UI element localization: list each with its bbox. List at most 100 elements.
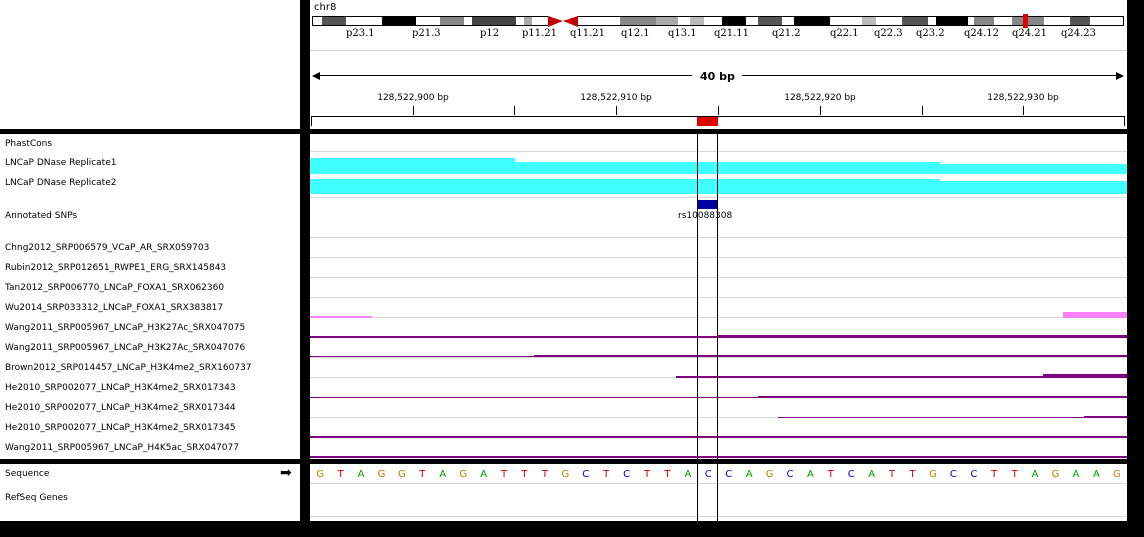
sequence-base: C — [623, 469, 631, 480]
ideogram[interactable]: p23.1 p21.3 p12 p11.21 q11.21 q12.1 q13.… — [310, 0, 1127, 40]
sequence-base: G — [929, 469, 937, 480]
region-of-interest[interactable] — [697, 117, 718, 126]
center-line-left — [697, 134, 698, 521]
dnase-rep1-signal[interactable] — [940, 164, 1127, 174]
header-name-panel — [0, 0, 300, 129]
header-panel: chr8 p23.1 p21.3 p12 p11.21 q11.21 q12.1… — [310, 0, 1127, 129]
sequence-base: T — [419, 469, 426, 480]
band-label: q22.3 — [874, 28, 903, 39]
tick-label: 128,522,920 bp — [784, 93, 856, 103]
dnase-rep1-signal[interactable] — [310, 158, 515, 174]
current-region-marker — [1023, 14, 1028, 28]
band-label: q21.2 — [772, 28, 801, 39]
sequence-base: C — [725, 469, 733, 480]
chip-signal[interactable] — [310, 397, 758, 398]
band-label: q24.21 — [1012, 28, 1048, 39]
snp-label: rs10088308 — [678, 211, 733, 221]
sequence-track-label[interactable]: Sequence — [5, 469, 49, 479]
track-label[interactable]: PhastCons — [5, 139, 52, 149]
left-arrow-icon — [312, 72, 320, 80]
sequence-base: A — [357, 469, 365, 480]
chip-signal[interactable] — [534, 355, 1127, 357]
sequence-base: T — [500, 469, 508, 480]
track-label[interactable]: Tan2012_SRP006770_LNCaP_FOXA1_SRX062360 — [5, 283, 224, 293]
track-label[interactable]: Annotated SNPs — [5, 211, 77, 221]
dnase-rep1-signal[interactable] — [515, 162, 940, 174]
sequence-base: A — [1031, 469, 1039, 480]
foxa1-signal[interactable] — [310, 316, 372, 318]
sequence-base: T — [664, 469, 671, 480]
foxa1-signal[interactable] — [1063, 312, 1127, 318]
tick-label: 128,522,930 bp — [987, 93, 1059, 103]
ruler-baseline — [311, 116, 1125, 126]
sequence-base: A — [439, 469, 447, 480]
sequence-base: C — [704, 469, 712, 480]
span-label: 40 bp — [700, 70, 735, 83]
track-label[interactable]: Chng2012_SRP006579_VCaP_AR_SRX059703 — [5, 243, 209, 253]
tick-label: 128,522,900 bp — [377, 93, 449, 103]
sequence-base: G — [1051, 469, 1060, 480]
track-label[interactable]: Wang2011_SRP005967_LNCaP_H3K27Ac_SRX0470… — [5, 323, 245, 333]
chip-signal[interactable] — [1043, 374, 1127, 378]
dnase-rep2-signal[interactable] — [310, 179, 940, 194]
sequence-base: A — [684, 469, 692, 480]
centromere-icon — [548, 16, 578, 27]
chip-signal[interactable] — [758, 396, 1127, 398]
track-label[interactable]: LNCaP DNase Replicate2 — [5, 178, 116, 188]
snp-feature[interactable] — [697, 200, 718, 209]
sequence-base: C — [970, 469, 978, 480]
sequence-base: A — [745, 469, 753, 480]
sequence-base: T — [541, 469, 548, 480]
sequence-base: A — [806, 469, 814, 480]
track-label[interactable]: He2010_SRP002077_LNCaP_H3K4me2_SRX017343 — [5, 383, 236, 393]
sequence-base: G — [398, 469, 406, 480]
chip-signal[interactable] — [676, 376, 1043, 378]
band-label: q24.23 — [1061, 28, 1097, 39]
band-label: p12 — [480, 28, 500, 39]
chip-signal[interactable] — [1084, 416, 1127, 418]
chip-signal[interactable] — [310, 456, 1127, 458]
band-label: p23.1 — [346, 28, 375, 39]
track-label[interactable]: He2010_SRP002077_LNCaP_H3K4me2_SRX017344 — [5, 403, 236, 413]
sequence-base: G — [377, 469, 386, 480]
sequence-base: G — [1112, 469, 1121, 480]
track-label[interactable]: Rubin2012_SRP012651_RWPE1_ERG_SRX145843 — [5, 263, 226, 273]
sequence-base: C — [949, 469, 957, 480]
track-label[interactable]: Wang2011_SRP005967_LNCaP_H4K5ac_SRX04707… — [5, 443, 239, 453]
band-label: q13.1 — [668, 28, 697, 39]
sequence-base: C — [582, 469, 590, 480]
strand-arrow-icon[interactable]: ➡ — [280, 465, 292, 481]
band-label: q11.21 — [570, 28, 606, 39]
dnase-rep2-signal[interactable] — [940, 181, 1127, 194]
span-ruler: 40 bp — [312, 70, 1124, 84]
sequence-base: A — [1072, 469, 1080, 480]
track-label[interactable]: He2010_SRP002077_LNCaP_H3K4me2_SRX017345 — [5, 423, 236, 433]
sequence-base: C — [786, 469, 794, 480]
track-label[interactable]: LNCaP DNase Replicate1 — [5, 158, 116, 168]
sequence-base: A — [480, 469, 488, 480]
sequence-base: G — [459, 469, 468, 480]
chip-signal[interactable] — [718, 335, 1127, 338]
sequence-base: A — [868, 469, 876, 480]
band-label: q23.2 — [916, 28, 945, 39]
sequence-base: T — [1011, 469, 1018, 480]
feature-panel[interactable] — [310, 464, 1127, 521]
track-names-panel: PhastCons LNCaP DNase Replicate1 LNCaP D… — [0, 134, 300, 459]
band-label: q21.11 — [714, 28, 750, 39]
band-label: q22.1 — [830, 28, 859, 39]
chip-signal[interactable] — [310, 436, 1127, 438]
sequence-base: T — [521, 469, 528, 480]
track-label[interactable]: Brown2012_SRP014457_LNCaP_H3K4me2_SRX160… — [5, 363, 252, 373]
chip-signal[interactable] — [310, 336, 718, 338]
band-label: q12.1 — [621, 28, 650, 39]
sequence-base: G — [316, 469, 325, 480]
band-label: q24.12 — [964, 28, 1000, 39]
sequence-base: T — [337, 469, 344, 480]
sequence-base: T — [643, 469, 651, 480]
chip-signal[interactable] — [310, 356, 534, 357]
refseq-track-label[interactable]: RefSeq Genes — [5, 493, 68, 503]
data-panel[interactable]: rs10088308 — [310, 134, 1127, 459]
chip-signal[interactable] — [778, 417, 1084, 418]
track-label[interactable]: Wu2014_SRP033312_LNCaP_FOXA1_SRX383817 — [5, 303, 223, 313]
track-label[interactable]: Wang2011_SRP005967_LNCaP_H3K27Ac_SRX0470… — [5, 343, 245, 353]
